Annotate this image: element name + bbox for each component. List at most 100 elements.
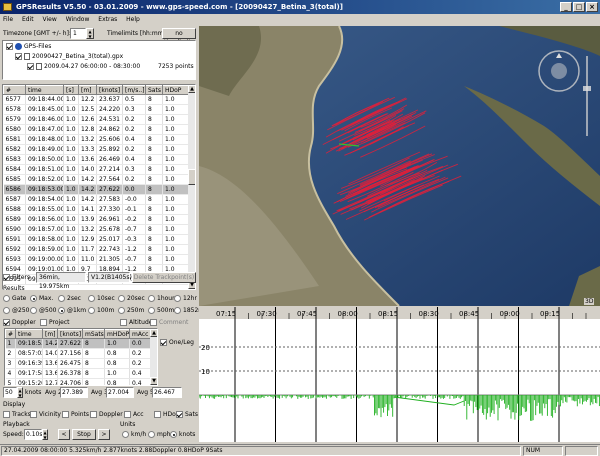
- trackpoint-col-header[interactable]: #: [3, 85, 26, 95]
- map-view[interactable]: 3D: [199, 26, 600, 306]
- avg-count-input[interactable]: 50: [3, 387, 17, 398]
- file-checkbox[interactable]: [15, 53, 22, 60]
- results-scroll-up[interactable]: ▲: [150, 329, 157, 337]
- results-col-header[interactable]: mHDoP: [104, 329, 130, 339]
- trackpoint-col-header[interactable]: [s]: [63, 85, 79, 95]
- results-radio[interactable]: [88, 295, 95, 302]
- results-row[interactable]: 3 09:16:39 13.6 26.475 8 0.8 0.2: [5, 358, 152, 369]
- trackpoint-col-header[interactable]: [m]: [78, 85, 97, 95]
- table-row[interactable]: 658009:18:47.0001.012.824.8620.281.0: [3, 124, 190, 135]
- results-row[interactable]: 2 08:57:02 14.0 27.156 8 0.8 0.2: [5, 348, 152, 359]
- results-col-header[interactable]: mAcc: [129, 329, 152, 339]
- display-checkbox[interactable]: [176, 411, 183, 418]
- results-option[interactable]: @500: [30, 307, 56, 314]
- speed-spinner[interactable]: ▲ ▼: [42, 429, 48, 440]
- results-row[interactable]: 5 09:15:20 12.7 24.706 8 0.8 0.4: [5, 378, 152, 385]
- results-radio[interactable]: [58, 295, 65, 302]
- display-checkbox[interactable]: [30, 411, 37, 418]
- results-scrollbar[interactable]: ▲ ▼: [150, 329, 157, 385]
- units-mph-radio[interactable]: [148, 431, 155, 438]
- menu-file[interactable]: File: [3, 16, 13, 23]
- speed-timeline[interactable]: 07:15 07:30 07:45 08:00 08:15 08:30 08:45 09:00…: [199, 307, 600, 442]
- results-row[interactable]: 1 09:18:53 14.2 27.622 8 1.0 0.0: [5, 338, 152, 349]
- results-radio[interactable]: [58, 307, 65, 314]
- trackpoint-col-header[interactable]: HDoP: [162, 85, 190, 95]
- results-option[interactable]: Gate: [3, 295, 26, 302]
- results-radio[interactable]: [148, 295, 155, 302]
- results-radio[interactable]: [30, 295, 37, 302]
- results-col-header[interactable]: #: [5, 329, 16, 339]
- results-radio[interactable]: [118, 295, 125, 302]
- results-option[interactable]: 12hr: [174, 295, 197, 302]
- tree-root[interactable]: GPS-Files: [24, 43, 51, 50]
- delete-trackpoints-button[interactable]: Delete Trackpoint(s): [132, 272, 196, 283]
- trackpoint-col-header[interactable]: [m/s..]: [122, 85, 146, 95]
- results-option[interactable]: @1km: [58, 307, 86, 314]
- menu-view[interactable]: View: [43, 16, 57, 23]
- filters-checkbox[interactable]: [3, 274, 10, 281]
- table-row[interactable]: 658509:18:52.0001.014.227.5640.281.0: [3, 174, 190, 185]
- table-row[interactable]: 658209:18:49.0001.013.325.8920.281.0: [3, 144, 190, 155]
- results-radio[interactable]: [118, 307, 125, 314]
- timezone-spinner[interactable]: ▲ ▼: [86, 28, 94, 39]
- display-option[interactable]: Acc: [124, 411, 144, 418]
- stop-button[interactable]: Stop: [72, 429, 96, 440]
- table-row[interactable]: 658109:18:48.0001.013.225.6060.481.0: [3, 134, 190, 145]
- display-option[interactable]: Points: [62, 411, 89, 418]
- close-button[interactable]: ×: [586, 2, 598, 12]
- display-option[interactable]: Vicinity: [30, 411, 61, 418]
- table-row[interactable]: 659009:18:57.0001.013.225.678-0.781.0: [3, 224, 190, 235]
- results-option[interactable]: 1hour: [148, 295, 175, 302]
- table-row[interactable]: 658909:18:56.0001.013.926.961-0.281.0: [3, 214, 190, 225]
- table-row[interactable]: 658809:18:55.0001.014.127.330-0.181.0: [3, 204, 190, 215]
- results-option[interactable]: 20sec: [118, 295, 145, 302]
- table-row[interactable]: 658409:18:51.0001.014.027.2140.381.0: [3, 164, 190, 175]
- table-row[interactable]: 658609:18:53.0001.014.227.6220.081.0: [3, 184, 190, 195]
- timezone-input[interactable]: 1: [70, 28, 86, 39]
- units-kmh-radio[interactable]: [122, 431, 129, 438]
- map-3d-label[interactable]: 3D: [584, 298, 595, 305]
- results-option[interactable]: 500m: [148, 307, 174, 314]
- avg-count-spinner[interactable]: ▲ ▼: [17, 387, 23, 398]
- results-option[interactable]: 250m: [118, 307, 144, 314]
- maximize-button[interactable]: □: [573, 2, 585, 12]
- track-checkbox[interactable]: [27, 63, 34, 70]
- results-radio[interactable]: [30, 307, 37, 314]
- display-checkbox[interactable]: [3, 411, 10, 418]
- display-option[interactable]: Doppler: [90, 411, 123, 418]
- display-checkbox[interactable]: [62, 411, 69, 418]
- trackpoint-col-header[interactable]: Sats: [145, 85, 163, 95]
- step-back-button[interactable]: <: [58, 429, 70, 440]
- no-timelimits-button[interactable]: no timelimits: [162, 28, 196, 46]
- results-radio[interactable]: [148, 307, 155, 314]
- menu-edit[interactable]: Edit: [22, 16, 34, 23]
- menu-extras[interactable]: Extras: [98, 16, 117, 23]
- results-radio[interactable]: [88, 307, 95, 314]
- display-checkbox[interactable]: [124, 411, 131, 418]
- table-row[interactable]: 657709:18:44.0001.012.223.6370.581.0: [3, 94, 190, 105]
- compass-center[interactable]: [551, 63, 567, 79]
- display-option[interactable]: Sats: [176, 411, 198, 418]
- tree-file[interactable]: 20090427_Betina_3(total).gpx: [32, 53, 123, 60]
- display-checkbox[interactable]: [154, 411, 161, 418]
- results-radio[interactable]: [3, 295, 10, 302]
- comment-checkbox[interactable]: [150, 319, 157, 326]
- display-option[interactable]: Tracks: [3, 411, 31, 418]
- trackpoint-col-header[interactable]: [knots]: [96, 85, 123, 95]
- minimize-button[interactable]: _: [560, 2, 572, 12]
- results-option[interactable]: @250: [3, 307, 29, 314]
- table-row[interactable]: 658309:18:50.0001.013.626.4690.481.0: [3, 154, 190, 165]
- altitude-checkbox[interactable]: [120, 319, 127, 326]
- project-checkbox[interactable]: [40, 319, 47, 326]
- units-knots-radio[interactable]: [170, 431, 177, 438]
- results-option[interactable]: 100m: [88, 307, 114, 314]
- tree-track[interactable]: 2009.04.27 06:00:00 - 08:30:00: [44, 63, 140, 70]
- table-row[interactable]: 659309:19:00.0001.011.021.305-0.781.0: [3, 254, 190, 265]
- table-row[interactable]: 657809:18:45.0001.012.524.2200.381.0: [3, 104, 190, 115]
- results-radio[interactable]: [174, 295, 181, 302]
- trackpoint-scrollbar[interactable]: ▲ ▼: [188, 85, 195, 289]
- trackpoint-col-header[interactable]: time: [25, 85, 64, 95]
- results-col-header[interactable]: mSats: [82, 329, 105, 339]
- results-option[interactable]: 10sec: [88, 295, 115, 302]
- timeline-chart[interactable]: 07:15 07:30 07:45 08:00 08:15 08:30 08:45 09:00…: [199, 307, 600, 442]
